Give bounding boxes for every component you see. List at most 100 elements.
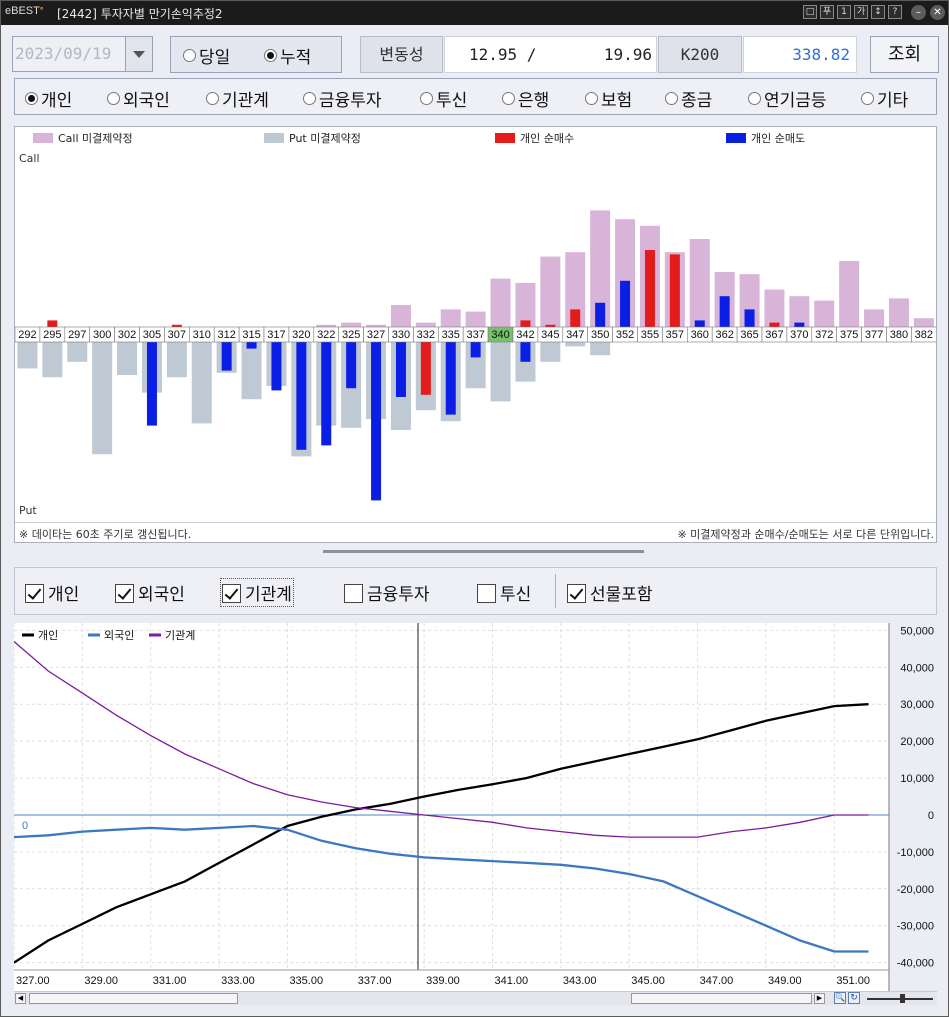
- resize-button[interactable]: ↕: [871, 5, 885, 19]
- net-sell-bar: [296, 342, 307, 450]
- investor-radio-0[interactable]: 개인: [25, 86, 72, 111]
- strike-label: 352: [616, 329, 634, 341]
- zoom-icon[interactable]: 🔍: [834, 992, 846, 1004]
- help-button[interactable]: ?: [888, 5, 902, 19]
- strike-label: 340: [491, 329, 509, 341]
- investor-radio-5[interactable]: 은행: [502, 86, 549, 111]
- investor-radio-label: 연기금등: [764, 91, 827, 111]
- font-button[interactable]: 가: [854, 5, 868, 19]
- investor-radio-label: 보험: [601, 91, 633, 111]
- close-icon[interactable]: ✕: [930, 5, 945, 20]
- investor-radio-8[interactable]: 연기금등: [748, 86, 827, 111]
- series-line-2: [14, 641, 869, 838]
- strike-label: 345: [541, 329, 559, 341]
- strike-label: 360: [691, 329, 709, 341]
- scroll-thumb-right[interactable]: [631, 993, 812, 1004]
- investor-radio-7[interactable]: 종금: [665, 86, 712, 111]
- y-axis-panel: [889, 623, 937, 991]
- investor-radio-4[interactable]: 투신: [420, 86, 467, 111]
- y-tick-label: 0: [928, 810, 934, 822]
- chevron-down-icon[interactable]: [125, 37, 152, 71]
- net-sell-bar: [146, 342, 157, 426]
- y-tick-label: -40,000: [897, 958, 934, 970]
- checkbox-trust[interactable]: 투신: [477, 580, 531, 605]
- scroll-left-arrow-icon[interactable]: ◀: [15, 993, 26, 1004]
- net-sell-bar: [246, 342, 257, 349]
- x-tick-label: 341.00: [495, 975, 529, 987]
- put-oi-bar: [191, 342, 212, 424]
- legend-label: 외국인: [104, 629, 134, 642]
- net-sell-bar: [694, 320, 705, 327]
- strike-label: 357: [666, 329, 684, 341]
- investor-radio-label: 금융투자: [319, 91, 382, 111]
- mode-cumulative-radio[interactable]: 누적: [264, 43, 311, 68]
- strike-label: 307: [168, 329, 186, 341]
- y-tick-label: 50,000: [900, 625, 934, 637]
- date-value[interactable]: 2023/09/19: [15, 44, 111, 63]
- radio-icon: [665, 92, 678, 105]
- mode-today-radio[interactable]: 당일: [183, 43, 230, 68]
- strike-label: 325: [342, 329, 360, 341]
- title-bar[interactable]: eBEST° [2442] 투자자별 만기손익추정2 □ 푸 1 가 ↕ ? –…: [1, 1, 948, 25]
- x-tick-label: 345.00: [631, 975, 665, 987]
- net-sell-bar: [620, 280, 631, 327]
- date-picker[interactable]: 2023/09/19: [12, 36, 153, 72]
- radio-icon: [585, 92, 598, 105]
- checkbox-financial-investment[interactable]: 금융투자: [344, 580, 430, 605]
- strike-label: 347: [566, 329, 584, 341]
- net-sell-bar: [271, 342, 282, 391]
- strike-label: 370: [790, 329, 808, 341]
- investor-radio-2[interactable]: 기관계: [206, 86, 269, 111]
- radio-icon: [206, 92, 219, 105]
- put-oi-bar: [565, 342, 586, 347]
- checkbox-institution[interactable]: 기관계: [220, 578, 294, 607]
- footnote-right: ※ 미결제약정과 순매수/순매도는 서로 다른 단위입니다.: [677, 528, 934, 541]
- investor-radio-label: 투신: [436, 91, 468, 111]
- one-button[interactable]: 1: [837, 5, 851, 19]
- minimize-box-button[interactable]: □: [803, 5, 817, 19]
- query-button[interactable]: 조회: [870, 36, 939, 73]
- x-tick-label: 339.00: [426, 975, 460, 987]
- net-sell-bar: [794, 322, 805, 327]
- strike-label: 335: [442, 329, 460, 341]
- panel-splitter[interactable]: [323, 550, 644, 553]
- investor-radio-9[interactable]: 기타: [861, 86, 908, 111]
- refresh-icon[interactable]: ↻: [848, 992, 860, 1004]
- investor-radio-1[interactable]: 외국인: [107, 86, 170, 111]
- k200-label: K200: [658, 36, 742, 73]
- strike-label: 350: [591, 329, 609, 341]
- scroll-right-arrow-icon[interactable]: ▶: [814, 993, 825, 1004]
- net-sell-bar: [595, 302, 606, 327]
- net-buy-bar: [545, 324, 556, 327]
- y-tick-label: 20,000: [900, 736, 934, 748]
- radio-checked-icon: [264, 49, 277, 62]
- footnote-divider: [15, 522, 936, 523]
- strike-label: 382: [915, 329, 933, 341]
- strike-label: 305: [143, 329, 161, 341]
- radio-icon: [107, 92, 120, 105]
- checkbox-foreign[interactable]: 외국인: [115, 580, 185, 605]
- strike-label: 372: [815, 329, 833, 341]
- x-tick-label: 327.00: [16, 975, 50, 987]
- investor-radio-6[interactable]: 보험: [585, 86, 632, 111]
- volatility-label: 변동성: [360, 36, 443, 73]
- pnl-line-chart[interactable]: 50,000 40,000 30,000 20,000 10,000 0 -10,000 -2…: [14, 623, 937, 991]
- investor-radio-3[interactable]: 금융투자: [303, 86, 382, 111]
- open-interest-chart[interactable]: Call 미결제약정 Put 미결제약정 개인 순매수 개인 순매도 Call …: [14, 126, 937, 543]
- radio-checked-icon: [25, 92, 38, 105]
- checkbox-include-futures[interactable]: 선물포함: [567, 580, 653, 605]
- zoom-slider-handle[interactable]: [900, 994, 905, 1003]
- pin-button[interactable]: 푸: [820, 5, 834, 19]
- net-sell-bar: [346, 342, 357, 389]
- radio-icon: [502, 92, 515, 105]
- net-buy-bar: [47, 320, 58, 327]
- checkbox-checked-icon: [222, 584, 241, 603]
- scroll-thumb-left[interactable]: [29, 993, 238, 1004]
- checkbox-individual[interactable]: 개인: [25, 580, 79, 605]
- minimize-icon[interactable]: –: [911, 5, 926, 20]
- net-sell-bar: [321, 342, 332, 446]
- put-oi-bar: [590, 342, 611, 356]
- x-tick-label: 329.00: [84, 975, 118, 987]
- horizontal-scrollbar[interactable]: ◀ ▶ 🔍 ↻: [14, 991, 937, 1005]
- put-oi-bar: [92, 342, 113, 455]
